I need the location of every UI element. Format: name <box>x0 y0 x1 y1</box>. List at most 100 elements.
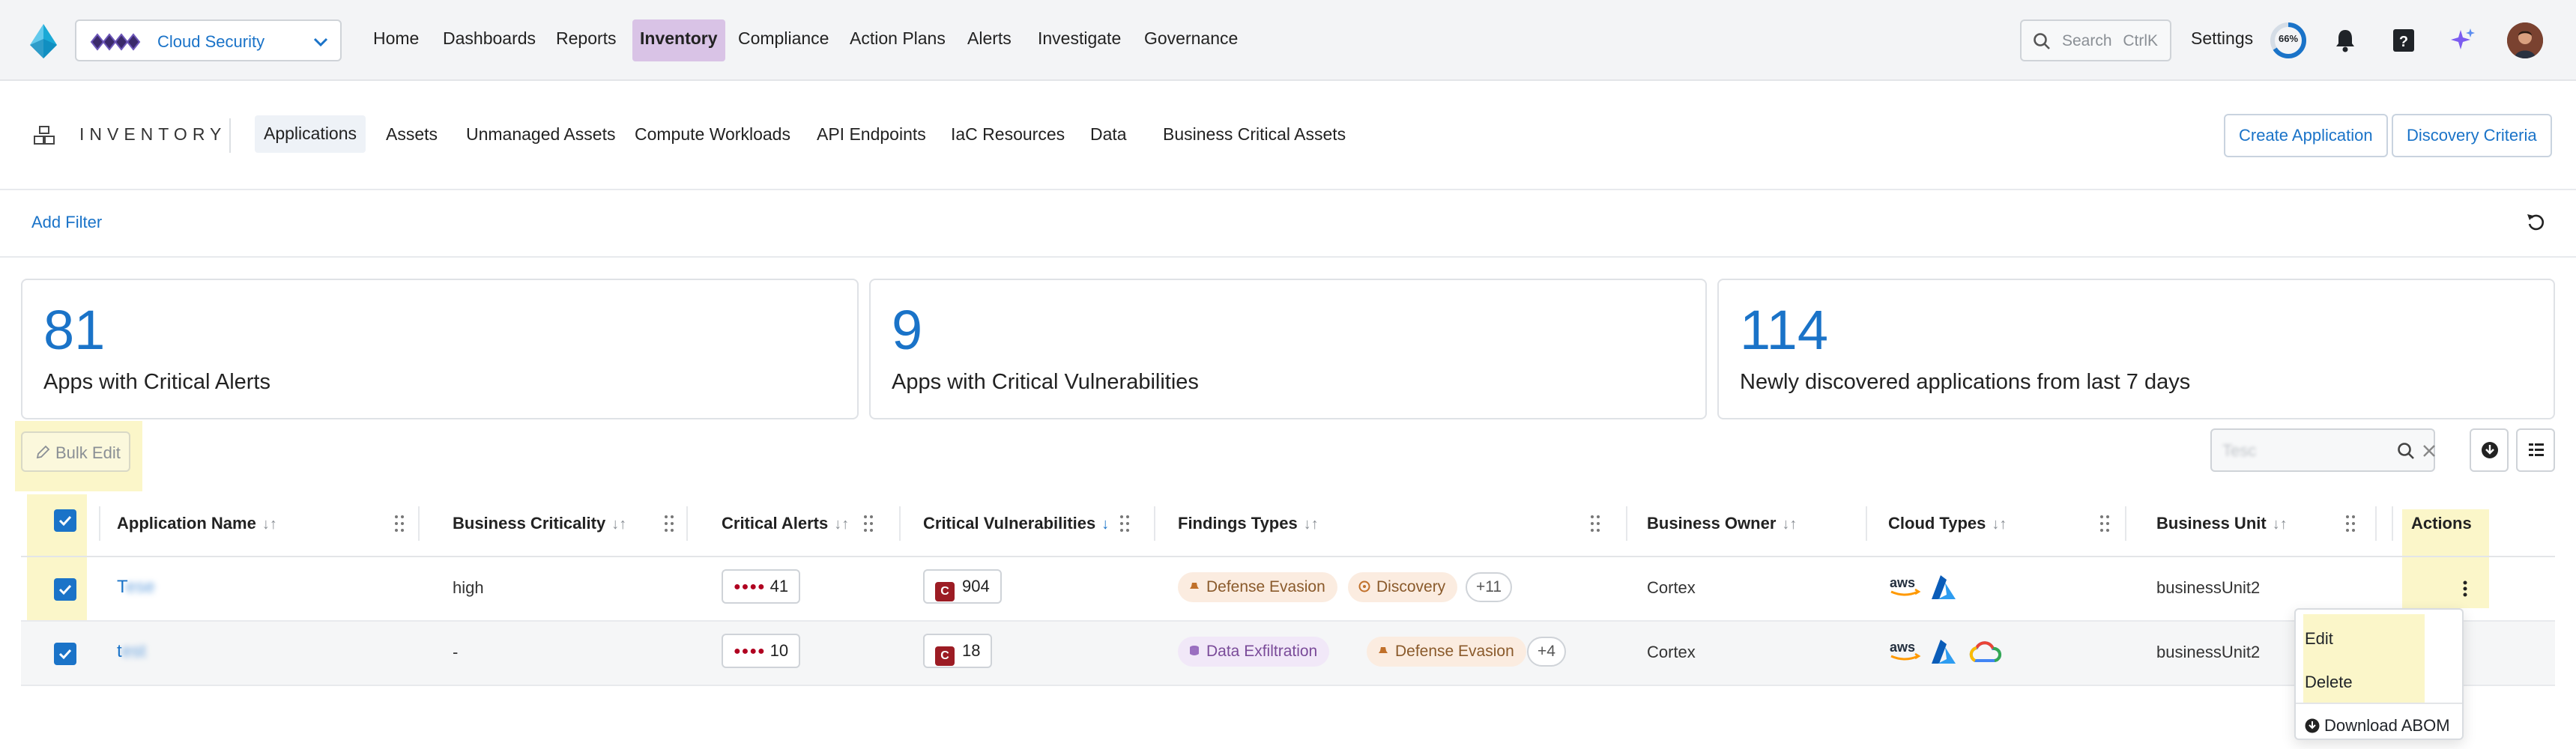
column-header-application-name[interactable]: Application Name ↓↑ <box>117 514 277 533</box>
column-title: Critical Alerts <box>722 514 829 533</box>
critical-alerts-chip[interactable]: ●●●● 10 <box>722 634 801 668</box>
table-row[interactable]: Tese high ●●●● 41 C 904 Defense Evasion Di… <box>21 557 2555 622</box>
sort-icon[interactable]: ↓↑ <box>1304 516 1319 533</box>
column-divider <box>686 506 688 541</box>
critical-vulns-chip[interactable]: C 18 <box>923 634 993 668</box>
azure-logo-icon <box>1932 575 1956 599</box>
application-name-link[interactable]: test <box>117 641 146 662</box>
row-checkbox[interactable] <box>54 578 76 601</box>
table-row[interactable]: test - ●●●● 10 C 18 Data Exfiltration Defe… <box>21 622 2555 686</box>
download-button[interactable] <box>2470 428 2509 472</box>
stat-card-newly-discovered[interactable]: 114 Newly discovered applications from l… <box>1717 279 2555 419</box>
nav-governance[interactable]: Governance <box>1144 28 1238 49</box>
column-header-critical-vulnerabilities[interactable]: Critical Vulnerabilities ↓ <box>923 514 1109 533</box>
sort-icon[interactable]: ↓↑ <box>611 516 626 533</box>
column-title: Business Criticality <box>453 514 606 533</box>
nav-dashboards[interactable]: Dashboards <box>443 28 536 49</box>
pencil-icon <box>36 445 50 459</box>
column-divider <box>2392 506 2393 541</box>
nav-home[interactable]: Home <box>373 28 419 49</box>
clear-icon[interactable] <box>2420 442 2438 460</box>
more-findings-badge[interactable]: +4 <box>1527 637 1566 667</box>
app-name-visible: t <box>117 641 122 661</box>
finding-pill[interactable]: Discovery <box>1348 572 1458 602</box>
discovery-criteria-button[interactable]: Discovery Criteria <box>2392 114 2552 157</box>
drag-handle-icon[interactable] <box>863 514 874 533</box>
critical-alerts-chip[interactable]: ●●●● 41 <box>722 569 801 604</box>
table-search-value: Tesc <box>2222 441 2257 460</box>
drag-handle-icon[interactable] <box>1119 514 1130 533</box>
create-application-button[interactable]: Create Application <box>2224 114 2388 157</box>
bell-icon[interactable] <box>2330 25 2360 55</box>
sort-icon[interactable]: ↓↑ <box>834 516 849 533</box>
tenant-selector[interactable]: Cloud Security <box>75 19 342 61</box>
help-icon[interactable]: ? <box>2389 25 2419 55</box>
nav-investigate[interactable]: Investigate <box>1038 28 1121 49</box>
more-findings-badge[interactable]: +11 <box>1466 572 1513 602</box>
sort-icon[interactable]: ↓↑ <box>1782 516 1797 533</box>
menu-item-edit[interactable]: Edit <box>2305 629 2333 649</box>
tab-api-endpoints[interactable]: API Endpoints <box>817 124 926 145</box>
reset-icon[interactable] <box>2525 211 2548 234</box>
bulk-edit-button[interactable]: Bulk Edit <box>21 431 130 472</box>
nav-alerts[interactable]: Alerts <box>967 28 1012 49</box>
column-settings-button[interactable] <box>2516 428 2555 472</box>
database-icon <box>1190 646 1199 655</box>
stat-card-critical-vulnerabilities[interactable]: 9 Apps with Critical Vulnerabilities <box>869 279 1707 419</box>
table-search-input[interactable]: Tesc <box>2210 428 2435 472</box>
menu-item-delete[interactable]: Delete <box>2305 673 2353 692</box>
nav-inventory[interactable]: Inventory <box>632 19 725 61</box>
menu-divider <box>2296 703 2462 704</box>
row-actions-button[interactable] <box>2443 565 2488 614</box>
column-header-business-owner[interactable]: Business Owner ↓↑ <box>1647 514 1797 533</box>
drag-handle-icon[interactable] <box>2099 514 2110 533</box>
check-icon <box>58 649 72 660</box>
sparkle-ai-icon[interactable] <box>2447 25 2477 55</box>
select-all-checkbox[interactable] <box>54 509 76 532</box>
row-checkbox[interactable] <box>54 643 76 665</box>
application-name-link[interactable]: Tese <box>117 577 155 598</box>
tab-assets[interactable]: Assets <box>386 124 438 145</box>
tab-data[interactable]: Data <box>1090 124 1127 145</box>
finding-pill[interactable]: Defense Evasion <box>1367 637 1526 667</box>
column-header-cloud-types[interactable]: Cloud Types ↓↑ <box>1888 514 2007 533</box>
user-avatar[interactable] <box>2507 22 2543 58</box>
tab-business-critical-assets[interactable]: Business Critical Assets <box>1163 124 1346 145</box>
sort-desc-icon[interactable]: ↓ <box>1101 516 1109 533</box>
column-header-business-unit[interactable]: Business Unit ↓↑ <box>2156 514 2288 533</box>
finding-pill[interactable]: Data Exfiltration <box>1178 637 1330 667</box>
svg-text:aws: aws <box>1890 575 1915 590</box>
global-search[interactable]: Search CtrlK <box>2020 19 2171 61</box>
drag-handle-icon[interactable] <box>394 514 405 533</box>
nav-reports[interactable]: Reports <box>556 28 617 49</box>
drag-handle-icon[interactable] <box>1590 514 1600 533</box>
critical-vulns-chip[interactable]: C 904 <box>923 569 1002 604</box>
search-placeholder: Search <box>2062 32 2112 49</box>
tab-iac-resources[interactable]: IaC Resources <box>951 124 1065 145</box>
column-header-critical-alerts[interactable]: Critical Alerts ↓↑ <box>722 514 849 533</box>
stat-label: Apps with Critical Alerts <box>43 370 270 394</box>
column-title: Business Unit <box>2156 514 2267 533</box>
tab-applications[interactable]: Applications <box>255 115 366 153</box>
column-title: Business Owner <box>1647 514 1777 533</box>
nav-action-plans[interactable]: Action Plans <box>850 28 946 49</box>
stat-card-critical-alerts[interactable]: 81 Apps with Critical Alerts <box>21 279 859 419</box>
settings-link[interactable]: Settings <box>2191 28 2253 49</box>
menu-item-download-abom[interactable]: Download ABOM <box>2305 716 2450 736</box>
add-filter-link[interactable]: Add Filter <box>31 213 102 232</box>
sort-icon[interactable]: ↓↑ <box>1992 516 2007 533</box>
critical-alerts-count: 10 <box>770 641 789 660</box>
tab-compute-workloads[interactable]: Compute Workloads <box>635 124 790 145</box>
sort-icon[interactable]: ↓↑ <box>262 516 277 533</box>
drag-handle-icon[interactable] <box>664 514 674 533</box>
nav-compliance[interactable]: Compliance <box>738 28 829 49</box>
drag-handle-icon[interactable] <box>2345 514 2356 533</box>
column-header-business-criticality[interactable]: Business Criticality ↓↑ <box>453 514 626 533</box>
finding-pill[interactable]: Defense Evasion <box>1178 572 1337 602</box>
brand-logo-icon[interactable] <box>27 22 60 60</box>
tab-unmanaged-assets[interactable]: Unmanaged Assets <box>466 124 615 145</box>
column-header-findings-types[interactable]: Findings Types ↓↑ <box>1178 514 1319 533</box>
column-divider <box>1154 506 1155 541</box>
sort-icon[interactable]: ↓↑ <box>2273 516 2288 533</box>
column-divider <box>2125 506 2126 541</box>
